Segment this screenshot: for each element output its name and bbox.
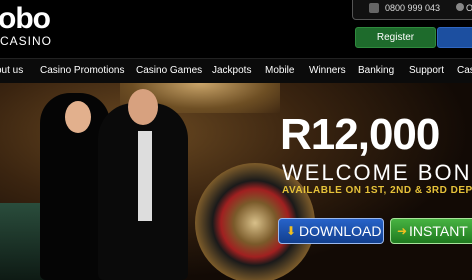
nav-item-support[interactable]: Support bbox=[409, 65, 444, 76]
man-shirt bbox=[138, 131, 152, 221]
login-button[interactable] bbox=[437, 27, 472, 48]
download-button[interactable]: ⬇ DOWNLOAD bbox=[278, 218, 384, 244]
logo-subtext: CASINO bbox=[0, 34, 53, 48]
chat-icon bbox=[456, 3, 464, 11]
instant-play-button[interactable]: ➜ INSTANT PL bbox=[390, 218, 472, 244]
play-arrow-icon: ➜ bbox=[397, 224, 408, 238]
instant-play-label: INSTANT PL bbox=[409, 223, 472, 239]
phone-number[interactable]: 0800 999 043 bbox=[385, 3, 440, 13]
casino-logo[interactable]: obo CASINO bbox=[0, 2, 53, 49]
nav-item-about[interactable]: out us bbox=[0, 65, 23, 76]
nav-item-winners[interactable]: Winners bbox=[309, 65, 346, 76]
nav-item-mobile[interactable]: Mobile bbox=[265, 65, 294, 76]
header: obo CASINO 0800 999 043 On Register bbox=[0, 0, 472, 58]
bonus-subtitle: AVAILABLE ON 1ST, 2ND & 3RD DEPO bbox=[282, 185, 472, 196]
download-arrow-icon: ⬇ bbox=[286, 224, 297, 238]
phone-icon bbox=[369, 3, 379, 13]
main-nav: out us Casino Promotions Casino Games Ja… bbox=[0, 58, 472, 84]
nav-item-banking[interactable]: Banking bbox=[358, 65, 394, 76]
logo-text: obo bbox=[0, 2, 51, 35]
bonus-amount: R12,000 bbox=[280, 110, 440, 159]
nav-item-casino-games[interactable]: Casino Games bbox=[136, 65, 202, 76]
download-label: DOWNLOAD bbox=[299, 223, 382, 239]
nav-item-casino[interactable]: Cas bbox=[457, 65, 472, 76]
bonus-title: WELCOME BONU bbox=[282, 160, 472, 185]
hero-banner: R12,000 WELCOME BONU AVAILABLE ON 1ST, 2… bbox=[0, 83, 472, 280]
contact-bar: 0800 999 043 On bbox=[352, 0, 472, 20]
register-button[interactable]: Register bbox=[355, 27, 436, 48]
nav-item-promotions[interactable]: Casino Promotions bbox=[40, 65, 124, 76]
chat-link[interactable]: On bbox=[466, 3, 472, 13]
woman-face bbox=[65, 101, 91, 133]
man-face bbox=[128, 89, 158, 125]
nav-item-jackpots[interactable]: Jackpots bbox=[212, 65, 251, 76]
